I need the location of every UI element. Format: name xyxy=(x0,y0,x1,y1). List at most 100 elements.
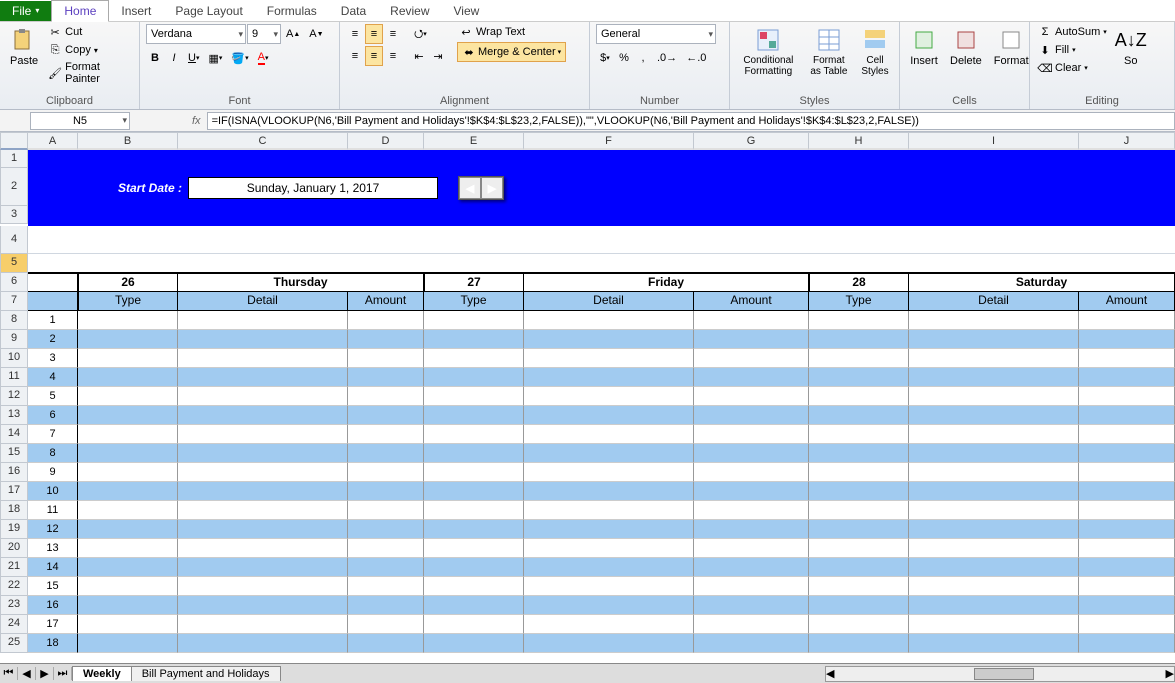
row-header[interactable]: 17 xyxy=(0,482,28,501)
cut-button[interactable]: ✂Cut xyxy=(46,24,133,40)
data-cell[interactable] xyxy=(1079,539,1175,558)
merge-center-button[interactable]: ⬌Merge & Center▾ xyxy=(457,42,566,62)
data-cell[interactable] xyxy=(424,349,524,368)
data-cell[interactable] xyxy=(909,349,1079,368)
align-middle-button[interactable]: ≡ xyxy=(365,24,383,44)
percent-button[interactable]: % xyxy=(615,48,633,68)
row-header[interactable]: 2 xyxy=(0,168,28,206)
data-cell[interactable] xyxy=(909,482,1079,501)
data-cell[interactable] xyxy=(78,577,178,596)
row-header[interactable]: 21 xyxy=(0,558,28,577)
data-cell[interactable] xyxy=(809,349,909,368)
data-cell[interactable] xyxy=(524,311,694,330)
col-header[interactable]: A xyxy=(28,132,78,150)
row-number-cell[interactable]: 2 xyxy=(28,330,78,349)
data-cell[interactable] xyxy=(909,463,1079,482)
data-cell[interactable] xyxy=(694,349,809,368)
data-cell[interactable] xyxy=(1079,596,1175,615)
col-header[interactable]: E xyxy=(424,132,524,150)
data-cell[interactable] xyxy=(524,349,694,368)
insert-tab[interactable]: Insert xyxy=(109,1,163,21)
data-cell[interactable] xyxy=(348,596,424,615)
data-cell[interactable] xyxy=(348,444,424,463)
row-number-cell[interactable]: 11 xyxy=(28,501,78,520)
data-cell[interactable] xyxy=(424,520,524,539)
data-cell[interactable] xyxy=(694,311,809,330)
data-cell[interactable] xyxy=(178,520,348,539)
align-center-button[interactable]: ≡ xyxy=(365,46,383,66)
data-cell[interactable] xyxy=(909,406,1079,425)
shrink-font-button[interactable]: A▼ xyxy=(305,24,327,44)
data-cell[interactable] xyxy=(694,634,809,653)
data-cell[interactable] xyxy=(809,558,909,577)
data-cell[interactable] xyxy=(424,539,524,558)
increase-decimal-button[interactable]: .0→ xyxy=(653,48,681,68)
data-cell[interactable] xyxy=(694,387,809,406)
pagelayout-tab[interactable]: Page Layout xyxy=(163,1,254,21)
data-cell[interactable] xyxy=(424,368,524,387)
data-cell[interactable] xyxy=(178,311,348,330)
sheet-nav-first[interactable]: ⏮ xyxy=(0,667,18,680)
data-cell[interactable] xyxy=(909,577,1079,596)
data-cell[interactable] xyxy=(809,539,909,558)
data-cell[interactable] xyxy=(909,444,1079,463)
row-number-cell[interactable]: 18 xyxy=(28,634,78,653)
data-cell[interactable] xyxy=(348,634,424,653)
data-cell[interactable] xyxy=(524,577,694,596)
data-cell[interactable] xyxy=(78,406,178,425)
data-cell[interactable] xyxy=(78,520,178,539)
data-cell[interactable] xyxy=(694,539,809,558)
wrap-text-button[interactable]: ↩Wrap Text xyxy=(457,24,566,40)
data-cell[interactable] xyxy=(909,368,1079,387)
row-header[interactable]: 11 xyxy=(0,368,28,387)
data-cell[interactable] xyxy=(909,311,1079,330)
data-cell[interactable] xyxy=(78,311,178,330)
data-cell[interactable] xyxy=(348,349,424,368)
data-cell[interactable] xyxy=(1079,577,1175,596)
data-cell[interactable] xyxy=(809,387,909,406)
data-cell[interactable] xyxy=(78,634,178,653)
col-header[interactable]: J xyxy=(1079,132,1175,150)
row-number-cell[interactable]: 12 xyxy=(28,520,78,539)
data-cell[interactable] xyxy=(694,482,809,501)
data-cell[interactable] xyxy=(909,539,1079,558)
data-cell[interactable] xyxy=(178,501,348,520)
delete-cells-button[interactable]: Delete xyxy=(946,24,986,69)
data-cell[interactable] xyxy=(178,558,348,577)
row-header[interactable]: 7 xyxy=(0,292,28,311)
sort-filter-button[interactable]: A↓ZSo xyxy=(1113,24,1149,69)
col-header[interactable]: I xyxy=(909,132,1079,150)
data-cell[interactable] xyxy=(1079,558,1175,577)
data-cell[interactable] xyxy=(424,596,524,615)
data-cell[interactable] xyxy=(1079,425,1175,444)
data-cell[interactable] xyxy=(78,539,178,558)
row-number-cell[interactable]: 7 xyxy=(28,425,78,444)
data-cell[interactable] xyxy=(809,368,909,387)
fill-button[interactable]: ⬇Fill▾ xyxy=(1036,42,1109,58)
data-cell[interactable] xyxy=(348,501,424,520)
row-header[interactable]: 9 xyxy=(0,330,28,349)
data-cell[interactable] xyxy=(909,387,1079,406)
row-header[interactable]: 1 xyxy=(0,150,28,168)
row-number-cell[interactable]: 9 xyxy=(28,463,78,482)
data-cell[interactable] xyxy=(178,368,348,387)
data-cell[interactable] xyxy=(348,425,424,444)
decrease-indent-button[interactable]: ⇤ xyxy=(410,46,428,66)
home-tab[interactable]: Home xyxy=(51,0,109,22)
row-number-cell[interactable]: 14 xyxy=(28,558,78,577)
data-cell[interactable] xyxy=(809,330,909,349)
format-cells-button[interactable]: Format xyxy=(990,24,1033,69)
data-cell[interactable] xyxy=(1079,406,1175,425)
data-cell[interactable] xyxy=(524,482,694,501)
data-cell[interactable] xyxy=(524,444,694,463)
data-cell[interactable] xyxy=(78,349,178,368)
row-number-cell[interactable]: 10 xyxy=(28,482,78,501)
data-cell[interactable] xyxy=(1079,330,1175,349)
data-cell[interactable] xyxy=(909,425,1079,444)
data-cell[interactable] xyxy=(78,387,178,406)
data-cell[interactable] xyxy=(178,539,348,558)
row-number-cell[interactable]: 5 xyxy=(28,387,78,406)
col-header[interactable]: D xyxy=(348,132,424,150)
data-cell[interactable] xyxy=(1079,463,1175,482)
format-painter-button[interactable]: 🖌Format Painter xyxy=(46,60,133,86)
